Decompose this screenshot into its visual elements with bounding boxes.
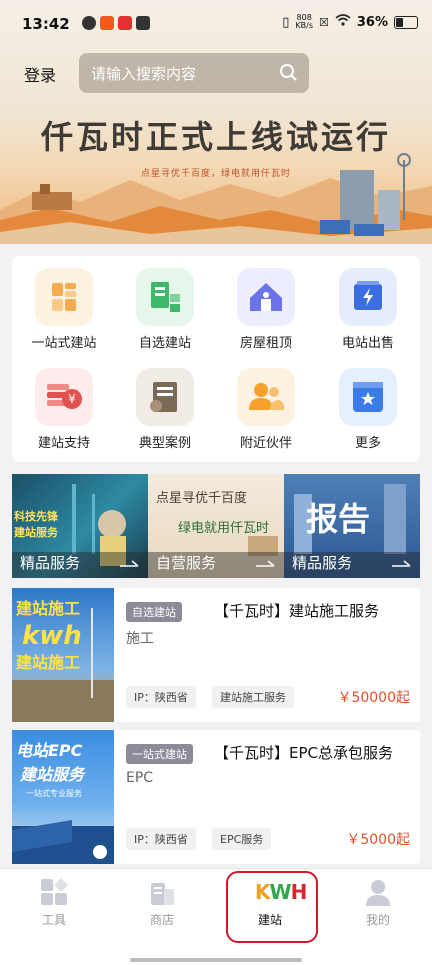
login-link[interactable]: 登录 bbox=[24, 62, 56, 86]
nearby-partner-icon bbox=[237, 368, 295, 426]
category-label: 一站式建站 bbox=[31, 336, 97, 351]
category-label: 典型案例 bbox=[138, 436, 191, 451]
no-sim-icon: ☒ bbox=[319, 15, 329, 29]
product-ip-pill: IP：陕西省 bbox=[126, 828, 196, 850]
svg-text:建站施工: 建站施工 bbox=[16, 599, 80, 618]
svg-text:建站服务: 建站服务 bbox=[19, 765, 86, 784]
svg-text:¥: ¥ bbox=[68, 392, 76, 406]
nav-tab-profile[interactable]: 我的 bbox=[348, 877, 408, 928]
service-banner-premium[interactable]: 科技先锋 建站服务 精品服务 bbox=[12, 474, 148, 578]
service-banner-self-operated[interactable]: 点星寻优千百度 绿电就用仟瓦时 自营服务 bbox=[148, 474, 284, 578]
product-category-pill: 建站施工服务 bbox=[212, 686, 294, 708]
category-self-select-build[interactable]: 自选建站 bbox=[115, 268, 215, 351]
svg-text:绿电就用仟瓦时: 绿电就用仟瓦时 bbox=[178, 521, 269, 536]
highlight-annotation-box bbox=[226, 871, 318, 943]
svg-text:报告: 报告 bbox=[306, 500, 370, 538]
product-ip-pill: IP：陕西省 bbox=[126, 686, 196, 708]
tools-icon bbox=[39, 877, 69, 907]
arrow-right-icon bbox=[256, 560, 275, 567]
category-label: 自选建站 bbox=[138, 336, 191, 351]
station-sale-icon bbox=[339, 268, 397, 326]
home-indicator[interactable] bbox=[130, 958, 302, 962]
category-build-support[interactable]: ¥ 建站支持 bbox=[14, 368, 114, 451]
vibrate-icon: ▯ bbox=[282, 14, 290, 30]
mountain-landscape-illustration bbox=[0, 153, 432, 244]
service-label: 精品服务 bbox=[20, 554, 81, 572]
app-notification-icon bbox=[118, 16, 132, 30]
category-nearby-partner[interactable]: 附近伙伴 bbox=[216, 368, 316, 451]
profile-icon bbox=[363, 877, 393, 907]
svg-text:点星寻优千百度: 点星寻优千百度 bbox=[156, 490, 247, 506]
service-banner-report[interactable]: 报告 精品服务 bbox=[284, 474, 420, 578]
one-stop-build-icon bbox=[35, 268, 93, 326]
search-icon[interactable] bbox=[279, 63, 297, 81]
battery-percent: 36% bbox=[356, 14, 388, 30]
self-select-build-icon bbox=[136, 268, 194, 326]
category-station-sale[interactable]: 电站出售 bbox=[318, 268, 418, 351]
svg-text:建站施工: 建站施工 bbox=[16, 653, 80, 672]
svg-text:科技先锋: 科技先锋 bbox=[14, 509, 59, 523]
category-label: 更多 bbox=[354, 436, 381, 451]
nav-label: 商店 bbox=[149, 913, 174, 927]
svg-text:一站式专业服务: 一站式专业服务 bbox=[26, 788, 82, 798]
house-roof-rent-icon bbox=[237, 268, 295, 326]
battery-icon bbox=[394, 15, 418, 29]
svg-text:电站EPC: 电站EPC bbox=[16, 741, 83, 760]
search-placeholder: 请输入搜索内容 bbox=[91, 65, 197, 83]
category-more[interactable]: 更多 bbox=[318, 368, 418, 451]
category-label: 电站出售 bbox=[341, 336, 394, 351]
network-speed: 808 KB/s bbox=[295, 13, 313, 30]
service-label: 自营服务 bbox=[156, 554, 217, 572]
product-tag: 一站式建站 bbox=[126, 744, 193, 764]
service-label: 精品服务 bbox=[292, 554, 353, 572]
status-bar: 13:42 ▯ 808 KB/s ☒ 36% bbox=[0, 0, 432, 50]
product-price: ￥5000起 bbox=[346, 832, 410, 848]
store-icon bbox=[147, 877, 177, 907]
category-house-roof-rent[interactable]: 房屋租顶 bbox=[216, 268, 316, 351]
product-card-epc[interactable]: 电站EPC 建站服务 一站式专业服务 一站式建站 【千瓦时】EPC总承包服务 E… bbox=[12, 730, 420, 864]
svg-text:kwh: kwh bbox=[22, 621, 82, 651]
app-notification-icon bbox=[100, 16, 114, 30]
category-grid: 一站式建站 自选建站 房屋租顶 电站出售 ¥ 建站支持 典型案例 附近伙伴 更多 bbox=[12, 256, 420, 462]
banner-title: 仟瓦时正式上线试运行 bbox=[40, 118, 391, 156]
svg-text:建站服务: 建站服务 bbox=[14, 525, 59, 539]
nav-label: 工具 bbox=[41, 913, 66, 927]
category-typical-case[interactable]: 典型案例 bbox=[115, 368, 215, 451]
hero-banner[interactable]: 13:42 ▯ 808 KB/s ☒ 36% 登录 请输入搜索内容 仟瓦时正式上线… bbox=[0, 0, 432, 244]
product-tag: 自选建站 bbox=[126, 602, 182, 622]
nav-tab-tools[interactable]: 工具 bbox=[24, 877, 84, 928]
status-time: 13:42 bbox=[22, 15, 70, 33]
arrow-right-icon bbox=[120, 560, 139, 567]
more-icon bbox=[339, 368, 397, 426]
app-notification-icon bbox=[82, 16, 96, 30]
app-notification-icon bbox=[136, 16, 150, 30]
status-right-group: ▯ 808 KB/s ☒ 36% bbox=[282, 14, 418, 30]
search-input[interactable]: 请输入搜索内容 bbox=[79, 53, 309, 93]
product-card-construction[interactable]: 建站施工 kwh 建站施工 自选建站 【千瓦时】建站施工服务 施工 IP：陕西省… bbox=[12, 588, 420, 722]
category-label: 建站支持 bbox=[37, 436, 90, 451]
typical-case-icon bbox=[136, 368, 194, 426]
product-thumbnail: 建站施工 kwh 建站施工 bbox=[12, 588, 114, 722]
service-banners: 科技先锋 建站服务 精品服务 点星寻优千百度 绿电就用仟瓦时 自营服务 报告 精… bbox=[12, 474, 420, 578]
build-support-icon: ¥ bbox=[35, 368, 93, 426]
arrow-right-icon bbox=[392, 560, 411, 567]
product-title: 【千瓦时】EPC总承包服务 bbox=[214, 744, 393, 762]
nav-label: 我的 bbox=[365, 913, 390, 927]
product-price: ￥50000起 bbox=[337, 690, 410, 706]
nav-tab-store[interactable]: 商店 bbox=[132, 877, 192, 928]
wifi-icon bbox=[335, 14, 351, 30]
category-label: 房屋租顶 bbox=[239, 336, 292, 351]
product-subtitle: 施工 bbox=[126, 631, 154, 647]
product-thumbnail: 电站EPC 建站服务 一站式专业服务 bbox=[12, 730, 114, 864]
category-one-stop-build[interactable]: 一站式建站 bbox=[14, 268, 114, 351]
product-title: 【千瓦时】建站施工服务 bbox=[214, 602, 380, 620]
product-category-pill: EPC服务 bbox=[212, 828, 272, 850]
banner-subtitle: 点星寻优千百度，绿电就用仟瓦时 bbox=[140, 169, 291, 179]
product-subtitle: EPC bbox=[126, 770, 154, 786]
bottom-nav: 工具 商店 KWH 建站 我的 bbox=[0, 868, 432, 965]
category-label: 附近伙伴 bbox=[239, 436, 292, 451]
